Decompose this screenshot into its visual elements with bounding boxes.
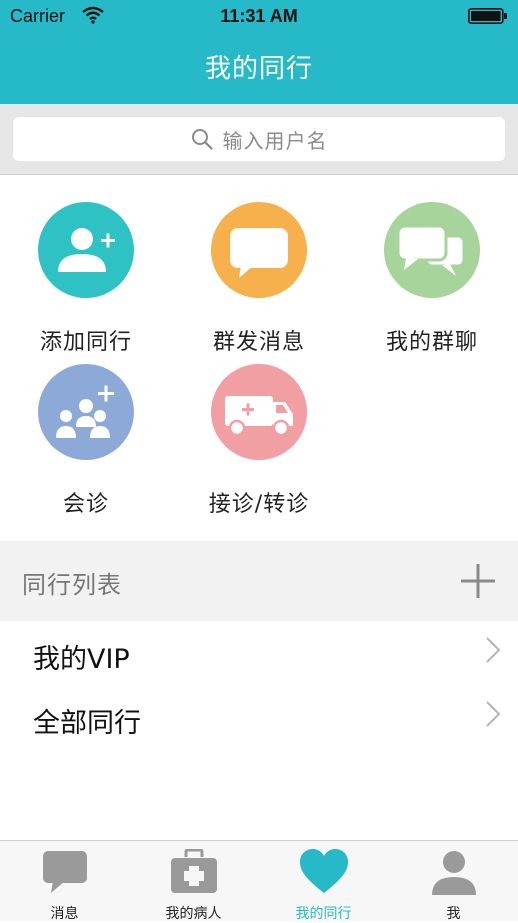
consultation-action[interactable]: 会诊 [0,364,172,518]
top-bar: Carrier 11:31 AM 我的同行 [0,0,518,104]
status-time: 11:31 AM [220,6,298,26]
action-label: 添加同行 [39,330,132,355]
chevron-right-icon [486,701,501,727]
status-bar: Carrier 11:31 AM [0,0,518,34]
chevron-right-icon [486,637,501,663]
list-item-my-vip[interactable]: 我的VIP [0,623,518,687]
tab-label: 我 [446,906,461,922]
tab-label: 消息 [50,906,79,922]
tab-my-patients[interactable]: 我的病人 [129,841,258,922]
battery-icon [468,8,507,24]
my-group-chat-action[interactable]: 我的群聊 [346,202,518,356]
chat-bubble-icon [211,202,307,298]
search-placeholder: 输入用户名 [222,128,328,153]
list-item-label: 我的VIP [33,644,130,675]
message-icon [42,851,87,893]
section-title: 同行列表 [22,571,122,599]
action-label: 我的群聊 [385,330,478,355]
tab-label: 我的病人 [165,906,222,922]
heart-icon [299,849,348,893]
search-bar: 输入用户名 [0,104,518,175]
list-item-all-peers[interactable]: 全部同行 [0,687,518,751]
peer-list-header: 同行列表 [0,541,518,621]
search-input[interactable]: 输入用户名 [13,117,505,161]
tab-my-peers[interactable]: 我的同行 [259,841,388,922]
consultation-group-icon [38,364,134,460]
person-icon [431,851,476,895]
page-title: 我的同行 [204,54,313,84]
action-label: 接诊/转诊 [208,492,310,517]
add-peer-action[interactable]: 添加同行 [0,202,172,356]
add-user-icon [38,202,134,298]
list-item-label: 全部同行 [33,708,141,739]
tab-me[interactable]: 我 [389,841,518,922]
plus-icon[interactable] [460,563,496,599]
tab-bar: 消息 我的病人 我的同行 我 [0,840,518,922]
search-icon [191,129,213,150]
medical-kit-icon [170,849,217,893]
referral-action[interactable]: 接诊/转诊 [173,364,345,518]
tab-label: 我的同行 [295,906,352,922]
broadcast-message-action[interactable]: 群发消息 [173,202,345,356]
action-label: 会诊 [62,492,109,517]
action-grid: 添加同行 群发消息 我的群聊 会诊 接诊/转诊 [0,175,518,541]
action-label: 群发消息 [212,330,305,355]
tab-messages[interactable]: 消息 [0,841,129,922]
ambulance-icon [211,364,307,460]
group-chat-icon [384,202,480,298]
